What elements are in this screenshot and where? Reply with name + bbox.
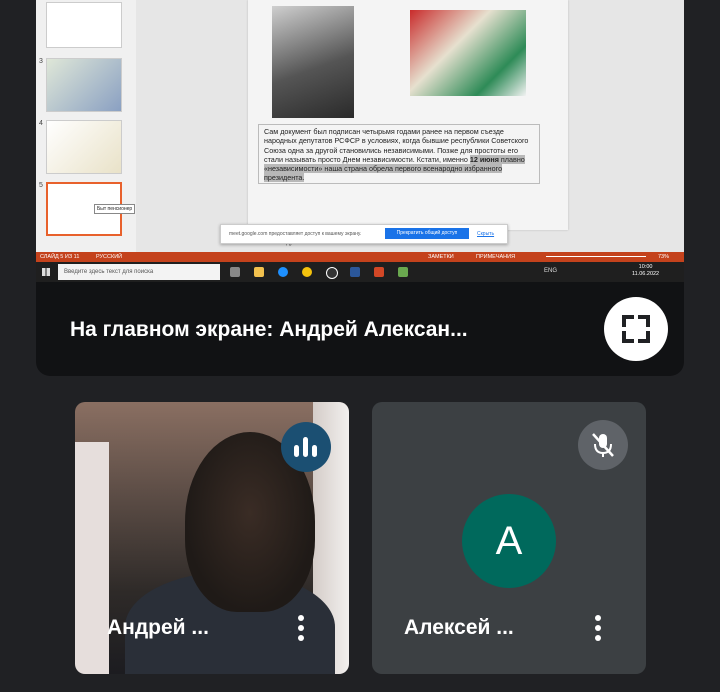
slide-thumbnail[interactable]	[46, 58, 122, 112]
tray-language[interactable]: ENG	[544, 268, 557, 274]
clock-date: 11.06.2022	[632, 271, 660, 277]
status-notes-button[interactable]: ЗАМЕТКИ	[428, 252, 454, 262]
participant-tile-andrey[interactable]: Андрей ...	[75, 402, 349, 674]
slide-canvas: Сам документ был подписан четырьмя годам…	[136, 0, 684, 252]
taskbar-search[interactable]: Введите здесь текст для поиска	[58, 264, 220, 280]
participant-name: Алексей ...	[404, 616, 514, 639]
status-slide-count: СЛАЙД 5 ИЗ 11	[40, 254, 80, 260]
slide-thumbnail[interactable]	[46, 120, 122, 174]
avatar: А	[462, 494, 556, 588]
powerpoint-icon[interactable]	[374, 267, 384, 277]
zoom-slider[interactable]	[546, 256, 646, 257]
windows-taskbar: Введите здесь текст для поиска ENG 10:00…	[36, 262, 684, 282]
clock-time: 10:00	[638, 264, 653, 270]
slide-thumbnails: 3 4 5 Быт пенсионер	[36, 0, 137, 252]
more-options-icon[interactable]	[590, 612, 606, 648]
meet-share-bar: meet.google.com предоставляет доступ к в…	[220, 224, 508, 244]
windows-start-icon[interactable]	[42, 268, 50, 276]
slide-text-box[interactable]: Сам документ был подписан четырьмя годам…	[258, 124, 540, 184]
slide: Сам документ был подписан четырьмя годам…	[248, 0, 568, 230]
presenter-label: На главном экране: Андрей Алексан...	[70, 318, 468, 341]
zoom-level: 73%	[658, 254, 670, 260]
portrait-photo	[272, 6, 354, 118]
more-options-icon[interactable]	[293, 612, 309, 648]
flag-photo	[410, 10, 526, 96]
app-icon[interactable]	[398, 267, 408, 277]
screen-share-panel: 3 4 5 Быт пенсионер Сам документ был под…	[36, 0, 684, 376]
background-door	[75, 442, 109, 674]
shared-screen: 3 4 5 Быт пенсионер Сам документ был под…	[36, 0, 684, 282]
slide-thumbnail[interactable]	[46, 2, 122, 48]
slide-number: 4	[39, 120, 43, 127]
participant-tile-aleksey[interactable]: А Алексей ...	[372, 402, 646, 674]
search-placeholder: Введите здесь текст для поиска	[64, 269, 154, 275]
fullscreen-button[interactable]	[604, 297, 668, 361]
edge-icon[interactable]	[278, 267, 288, 277]
slide-number: 5	[39, 182, 43, 189]
speaking-indicator-icon	[281, 422, 331, 472]
participant-name: Андрей ...	[107, 616, 209, 639]
explorer-icon[interactable]	[254, 267, 264, 277]
fullscreen-icon	[622, 315, 650, 343]
slide-number: 3	[39, 58, 43, 65]
stop-sharing-button[interactable]: Прекратить общий доступ	[385, 228, 469, 239]
muted-mic-icon	[578, 420, 628, 470]
yandex-icon[interactable]	[326, 267, 338, 279]
meet-share-message: meet.google.com предоставляет доступ к в…	[229, 231, 362, 237]
status-comments-button[interactable]: ПРИМЕЧАНИЯ	[476, 252, 515, 262]
status-language: РУССКИЙ	[96, 254, 123, 260]
word-icon[interactable]	[350, 267, 360, 277]
slide-text-highlight: 12 июня	[469, 154, 499, 164]
hide-button[interactable]: Скрыть	[477, 231, 494, 237]
chrome-icon[interactable]	[302, 267, 312, 277]
task-view-icon[interactable]	[230, 267, 240, 277]
taskbar-clock[interactable]: 10:00 11.06.2022	[632, 264, 659, 278]
tooltip: Быт пенсионер	[94, 204, 136, 214]
status-bar: СЛАЙД 5 ИЗ 11 РУССКИЙ ЗАМЕТКИ ПРИМЕЧАНИЯ…	[36, 252, 684, 262]
